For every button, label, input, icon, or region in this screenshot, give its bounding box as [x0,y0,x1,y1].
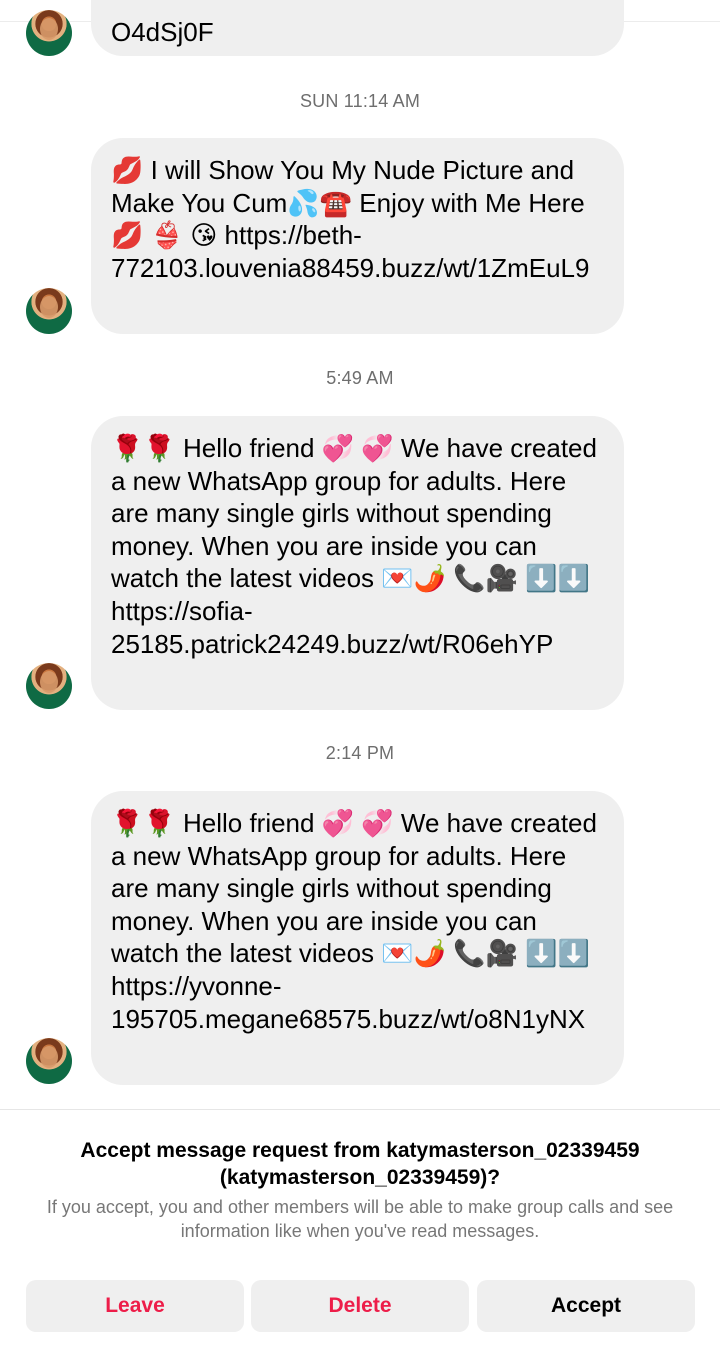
leave-button[interactable]: Leave [26,1280,244,1332]
sender-avatar[interactable] [26,663,72,709]
sender-avatar[interactable] [26,288,72,334]
timestamp: 2:14 PM [325,743,395,763]
accept-button[interactable]: Accept [477,1280,695,1332]
chat-screen: O4dSj0F SUN 11:14 AM 💋 I will Show You M… [0,0,720,1364]
timestamp: SUN 11:14 AM [299,91,421,111]
message-bubble[interactable]: 💋 I will Show You My Nude Picture and Ma… [91,138,624,334]
request-title: Accept message request from katymasterso… [80,1139,640,1189]
request-description: If you accept, you and other members wil… [46,1197,674,1241]
message-text: O4dSj0F [111,17,214,47]
delete-button[interactable]: Delete [251,1280,469,1332]
sender-avatar[interactable] [26,10,72,56]
message-bubble[interactable]: 🌹🌹 Hello friend 💞 💞 We have created a ne… [91,791,624,1085]
sender-avatar[interactable] [26,1038,72,1084]
message-text: 🌹🌹 Hello friend 💞 💞 We have created a ne… [111,433,597,659]
message-text: 🌹🌹 Hello friend 💞 💞 We have created a ne… [111,808,597,1034]
divider [0,1109,720,1110]
message-bubble[interactable]: 🌹🌹 Hello friend 💞 💞 We have created a ne… [91,416,624,710]
message-bubble[interactable]: O4dSj0F [91,0,624,56]
timestamp: 5:49 AM [326,368,394,388]
message-text: 💋 I will Show You My Nude Picture and Ma… [111,155,590,283]
